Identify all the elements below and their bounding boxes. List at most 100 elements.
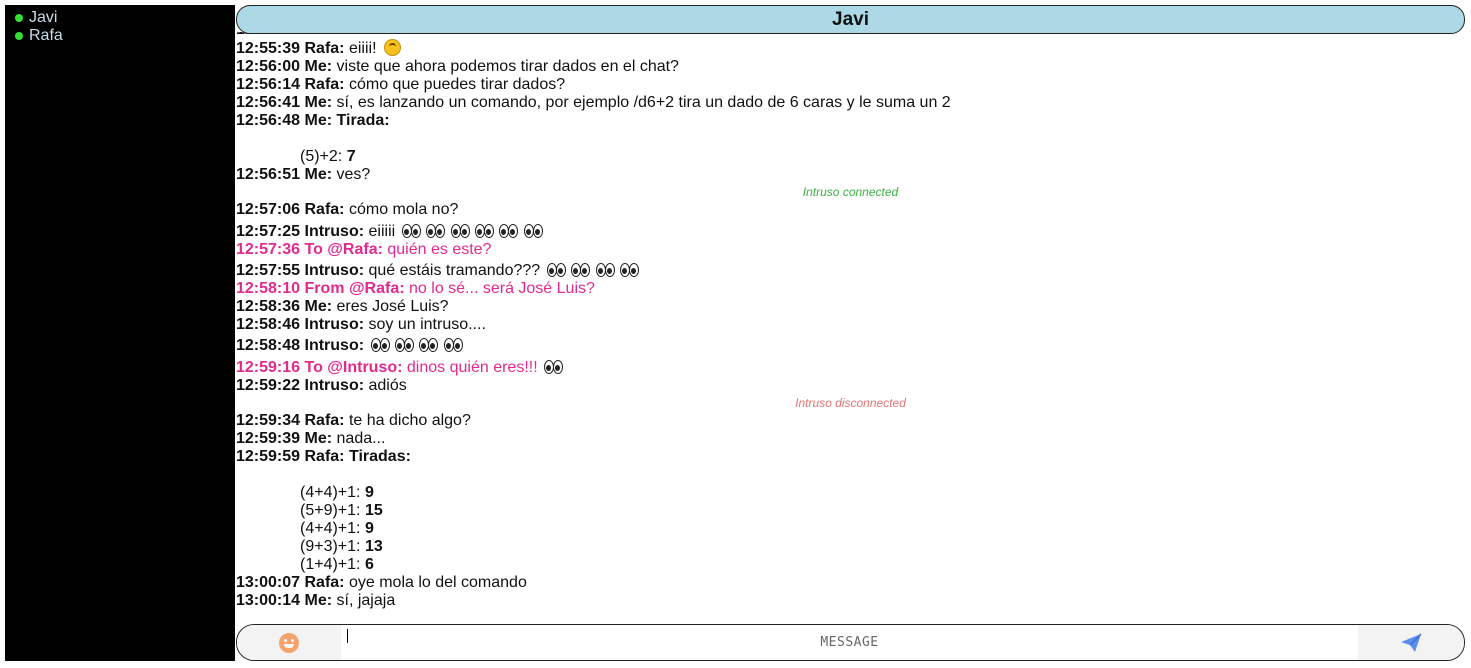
message-sender: Intruso: [304, 337, 365, 354]
message-sender: Rafa: [304, 76, 345, 93]
user-item-javi[interactable]: Javi [15, 9, 235, 27]
message-text: eres José Luis? [336, 298, 449, 315]
message-sender: Rafa: [304, 574, 345, 591]
paper-plane-icon [1401, 633, 1422, 652]
message-sender: Rafa: [304, 40, 345, 57]
message-item: 12:57:55 Intruso: qué estáis tramando??? [236, 262, 1465, 280]
message-time: 12:55:39 [236, 40, 301, 57]
message-time: 12:57:06 [236, 201, 301, 218]
message-composer [236, 624, 1465, 661]
message-text: dinos quién eres!!! [406, 359, 538, 376]
emoji-button[interactable] [237, 625, 341, 660]
message-item: 13:00:14 Me: sí, jajaja [236, 592, 1465, 610]
message-sender: Intruso: [304, 377, 365, 394]
message-sender: Intruso: [304, 223, 365, 240]
message-text: te ha dicho algo? [348, 412, 471, 429]
message-sender: To @Intruso: [304, 359, 403, 376]
message-text: soy un intruso.... [368, 316, 486, 333]
message-time: 12:59:59 [236, 448, 301, 465]
message-sender: Me: [304, 94, 333, 111]
eyes-icon [450, 224, 470, 238]
eyes-icon [546, 263, 566, 277]
message-list[interactable]: 12:55:27 Me: Hola tio!! 12:55:39 Rafa: e… [236, 30, 1465, 610]
eyes-icon [401, 224, 421, 238]
eyes-icon [419, 338, 439, 352]
eyes-icon [474, 224, 494, 238]
whisper-message-item: 12:59:16 To @Intruso: dinos quién eres!!… [236, 359, 1465, 377]
message-time: 12:56:48 [236, 112, 301, 129]
message-sender: To @Rafa: [304, 241, 383, 258]
message-time: 12:56:00 [236, 58, 301, 75]
online-status-icon [15, 14, 23, 22]
upside-down-smile-icon [383, 39, 401, 56]
chat-title: Javi [236, 5, 1465, 34]
eyes-icon [523, 224, 543, 238]
message-item: 12:56:51 Me: ves? [236, 166, 1465, 184]
message-text: eiiii! [348, 40, 377, 57]
send-button[interactable] [1358, 625, 1464, 660]
message-time: 12:57:25 [236, 223, 301, 240]
user-item-rafa[interactable]: Rafa [15, 27, 235, 45]
user-list-sidebar: Javi Rafa [5, 5, 235, 661]
system-notice-connected: Intruso connected [802, 185, 899, 199]
message-sender: Rafa: [304, 412, 345, 429]
whisper-message-item: 12:57:36 To @Rafa: quién es este? [236, 241, 1465, 259]
roll-result: (5)+2: 7 [300, 148, 356, 165]
message-text: eiiiii [368, 223, 396, 240]
message-sender: Me: [304, 58, 333, 75]
eyes-icon [370, 338, 390, 352]
dice-roll-message: 12:56:48 Me: Tirada: (5)+2: 7 [236, 112, 1465, 166]
message-time: 13:00:07 [236, 574, 301, 591]
message-time: 12:59:34 [236, 412, 301, 429]
roll-title: Tirada: [336, 112, 390, 129]
roll-result: (9+3)+1: 13 [300, 538, 383, 555]
message-time: 12:57:36 [236, 241, 301, 258]
message-sender: Rafa: [304, 201, 345, 218]
eyes-icon [394, 338, 414, 352]
message-text: qué estáis tramando??? [368, 262, 541, 279]
eyes-icon [595, 263, 615, 277]
roll-result: (5+9)+1: 15 [300, 502, 383, 519]
message-item: 12:59:34 Rafa: te ha dicho algo? [236, 412, 1465, 430]
message-time: 13:00:14 [236, 592, 301, 609]
message-time: 12:58:48 [236, 337, 301, 354]
message-item: 12:57:06 Rafa: cómo mola no? [236, 201, 1465, 219]
eyes-icon [571, 263, 591, 277]
message-text: cómo mola no? [348, 201, 459, 218]
eyes-icon [443, 338, 463, 352]
message-time: 12:59:39 [236, 430, 301, 447]
eyes-icon [619, 263, 639, 277]
eyes-icon [499, 224, 519, 238]
message-sender: Me: [304, 298, 333, 315]
message-sender: Me: [304, 592, 333, 609]
message-item: 12:59:39 Me: nada... [236, 430, 1465, 448]
message-text: cómo que puedes tirar dados? [348, 76, 566, 93]
message-text: oye mola lo del comando [348, 574, 527, 591]
message-item: 12:59:22 Intruso: adiós [236, 377, 1465, 395]
message-time: 12:58:36 [236, 298, 301, 315]
message-text: sí, es lanzando un comando, por ejemplo … [336, 94, 951, 111]
message-time: 12:58:46 [236, 316, 301, 333]
message-item: 12:55:39 Rafa: eiiii! [236, 39, 1465, 58]
message-item: 12:57:25 Intruso: eiiiii [236, 223, 1465, 241]
message-sender: Me: [304, 112, 333, 129]
roll-result: (4+4)+1: 9 [300, 484, 374, 501]
smiley-icon [279, 632, 299, 653]
message-item: 12:56:00 Me: viste que ahora podemos tir… [236, 58, 1465, 76]
message-time: 12:59:22 [236, 377, 301, 394]
roll-result: (1+4)+1: 6 [300, 556, 374, 573]
message-item: 12:58:46 Intruso: soy un intruso.... [236, 316, 1465, 334]
message-sender: Me: [304, 166, 333, 183]
dice-roll-message: 12:59:59 Rafa: Tiradas: (4+4)+1: 9 (5+9)… [236, 448, 1465, 574]
message-item: 12:56:14 Rafa: cómo que puedes tirar dad… [236, 76, 1465, 94]
message-text: quién es este? [387, 241, 492, 258]
message-text: nada... [336, 430, 386, 447]
message-time: 12:56:51 [236, 166, 301, 183]
message-sender: Me: [304, 430, 333, 447]
whisper-message-item: 12:58:10 From @Rafa: no lo sé... será Jo… [236, 280, 1465, 298]
roll-result: (4+4)+1: 9 [300, 520, 374, 537]
user-name: Javi [29, 9, 58, 26]
message-input[interactable] [341, 625, 1358, 660]
message-time: 12:56:41 [236, 94, 301, 111]
message-item: 13:00:07 Rafa: oye mola lo del comando [236, 574, 1465, 592]
